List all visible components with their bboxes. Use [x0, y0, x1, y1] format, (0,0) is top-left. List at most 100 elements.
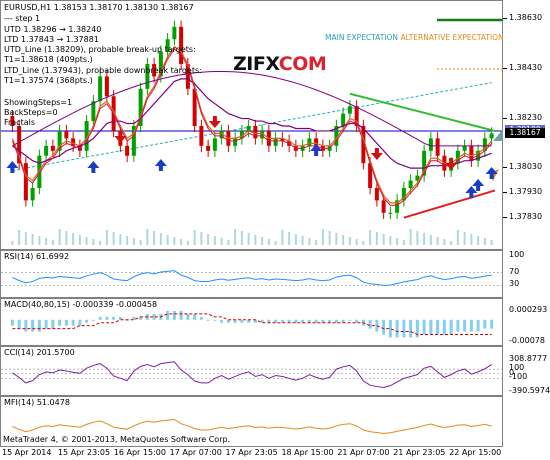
volume-bar — [85, 237, 88, 245]
volume-bar — [11, 241, 14, 245]
cci-pane[interactable]: CCI(14) 201.5700 308.8777 100 0 -100 -390.59… — [0, 346, 550, 396]
volume-bar — [159, 233, 162, 245]
candle-body — [462, 145, 467, 151]
volume-bar — [78, 235, 81, 245]
volume-bar — [477, 236, 480, 245]
volume-bar — [490, 240, 493, 245]
rsi-line — [12, 270, 492, 286]
macd-bar — [206, 319, 210, 321]
volume-bar — [267, 239, 270, 245]
volume-bar — [139, 240, 142, 245]
ltd-target: T1=1.37574 (368pts.) — [4, 76, 93, 85]
price-axis-label: 1.38030 — [509, 162, 543, 172]
price-axis-tick — [503, 117, 507, 119]
macd-bar — [85, 319, 89, 323]
legend-main-expectation: MAIN EXPECTATION — [325, 33, 399, 42]
price-axis-tick — [503, 67, 507, 69]
price-axis-label: 1.38630 — [509, 13, 543, 23]
utd-break-info: UTD_Line (1.38209), probable break-up ta… — [4, 45, 196, 54]
rsi-chart — [1, 270, 504, 286]
time-axis-label: 21 Apr 23:05 — [393, 448, 446, 457]
macd-bar — [213, 319, 217, 321]
volume-bar — [166, 235, 169, 245]
logo-main: ZIFX — [233, 53, 279, 75]
cci-axis-label: 308.8777 — [509, 353, 548, 363]
price-pane[interactable]: EURUSD,H1 1.38153 1.38170 1.38130 1.3816… — [0, 0, 550, 250]
volume-bar — [402, 240, 405, 245]
volume-bar — [409, 229, 412, 245]
time-axis-label: 18 Apr 15:00 — [281, 448, 334, 457]
volume-bar — [99, 241, 102, 245]
macd-bar — [17, 319, 21, 329]
macd-bar — [78, 319, 82, 326]
legend-alt-expectation: ALTERNATIVE EXPECTATION — [400, 33, 504, 42]
volume-bar — [355, 239, 358, 245]
macd-axis-label: 0.000293 — [509, 305, 548, 315]
macd-bar — [422, 319, 426, 335]
macd-bar — [436, 319, 440, 335]
volume-bar — [105, 230, 108, 245]
time-axis-label: 16 Apr 15:00 — [113, 448, 166, 457]
price-plot-area[interactable]: EURUSD,H1 1.38153 1.38170 1.38130 1.3816… — [0, 0, 504, 250]
macd-plot-area[interactable]: MACD(40,80,15) -0.000339 -0.000458 — [0, 298, 503, 346]
candle-body — [381, 200, 386, 213]
volume-bar — [423, 233, 426, 245]
volume-bar — [65, 231, 68, 245]
volume-bar — [200, 232, 203, 245]
logo-accent: COM — [278, 53, 327, 75]
macd-bar — [442, 319, 446, 335]
candle-body — [246, 126, 251, 131]
candle-body — [104, 76, 109, 97]
rsi-pane[interactable]: RSI(14) 61.6992 70 30 100 — [0, 250, 550, 298]
volume-bar — [301, 236, 304, 245]
time-axis-label: 17 Apr 07:00 — [169, 448, 222, 457]
step-label: --- step 1 — [4, 14, 41, 23]
price-axis-tick — [503, 18, 507, 20]
candle-body — [341, 113, 346, 126]
macd-signal-line — [12, 313, 492, 335]
volume-bar — [315, 240, 318, 245]
macd-bar — [456, 319, 460, 332]
candle-body — [172, 26, 177, 40]
macd-axis-label: -0.00078 — [509, 336, 545, 345]
candle-body — [206, 145, 211, 151]
expectation-legend: MAIN EXPECTATION ALTERNATIVE EXPECTATION — [325, 33, 504, 42]
volume-bar — [261, 237, 264, 245]
volume-bar — [207, 234, 210, 245]
macd-bar — [476, 319, 480, 332]
candle-body — [233, 138, 238, 146]
volume-bar — [335, 233, 338, 245]
macd-bar — [368, 319, 372, 329]
candle-body — [30, 187, 35, 201]
macd-bar — [112, 316, 116, 320]
candle-body — [199, 126, 204, 146]
volume-bar — [58, 229, 61, 245]
zifx-logo: ZIFXCOM — [233, 53, 327, 75]
macd-bar — [429, 319, 433, 335]
buy-arrow — [154, 159, 167, 171]
volume-bar — [443, 239, 446, 245]
rsi-axis-label: 100 — [509, 250, 525, 259]
volume-bar — [220, 238, 223, 245]
time-axis: 15 Apr 2014 15 Apr 23:05 16 Apr 15:00 17 Ap… — [0, 447, 503, 460]
current-price-badge: 1.38167 — [505, 128, 545, 139]
time-axis-label: 21 Apr 07:00 — [337, 448, 390, 457]
macd-bar — [382, 319, 386, 335]
price-axis-label: 1.37930 — [509, 186, 543, 196]
macd-bar — [105, 316, 109, 320]
cci-plot-area[interactable]: CCI(14) 201.5700 — [0, 346, 504, 396]
ltd-trend-line — [403, 189, 496, 219]
price-axis-tick — [503, 191, 507, 193]
volume-bar — [362, 241, 365, 245]
macd-bar — [71, 319, 75, 326]
volume-bar — [45, 238, 48, 245]
volume-bar — [146, 229, 149, 245]
candle-body — [23, 163, 28, 201]
utd-values: UTD 1.38296 → 1.38240 — [4, 25, 102, 34]
rsi-plot-area[interactable]: RSI(14) 61.6992 — [0, 250, 504, 298]
volume-bar — [294, 234, 297, 245]
fractals-label: Fractals — [4, 118, 36, 127]
volume-bar — [240, 231, 243, 245]
macd-pane[interactable]: MACD(40,80,15) -0.000339 -0.000458 0.000… — [0, 298, 550, 346]
macd-bar — [348, 319, 352, 321]
